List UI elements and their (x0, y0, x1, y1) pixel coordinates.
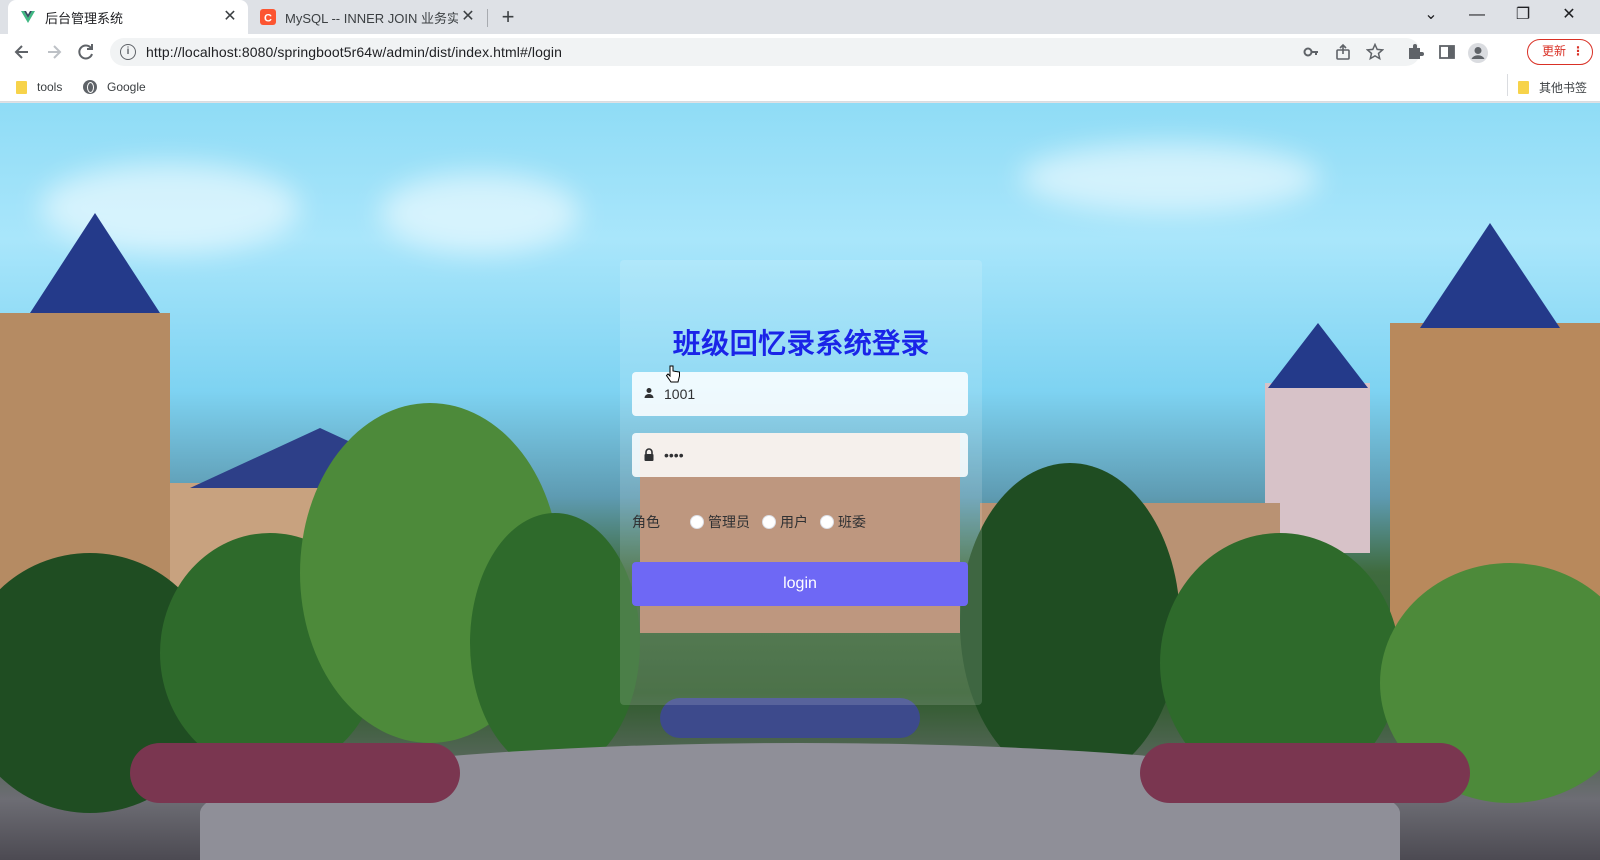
back-arrow-icon (14, 45, 28, 59)
role-option-committee[interactable]: 班委 (820, 512, 866, 532)
username-field[interactable] (632, 372, 968, 416)
site-info-icon[interactable]: i (120, 44, 136, 60)
left-tower-roof (30, 213, 160, 313)
address-bar[interactable]: i http://localhost:8080/springboot5r64w/… (110, 38, 1420, 66)
role-label: 角色 (632, 514, 660, 530)
login-card: 班级回忆录系统登录 角色 管理员 用户 班委 login (620, 260, 982, 705)
svg-text:C: C (264, 13, 272, 25)
new-tab-button[interactable]: + (496, 6, 520, 30)
share-icon[interactable] (1334, 43, 1352, 61)
password-input[interactable] (664, 447, 954, 463)
extensions-puzzle-icon[interactable] (1404, 42, 1426, 64)
cloud (380, 173, 580, 253)
reload-button[interactable] (72, 38, 100, 66)
role-option-admin[interactable]: 管理员 (690, 512, 750, 532)
role-option-label: 管理员 (708, 514, 750, 530)
flowerbed (130, 743, 460, 803)
close-icon[interactable]: ✕ (458, 7, 478, 27)
role-option-user[interactable]: 用户 (762, 512, 808, 532)
minimize-button[interactable]: — (1454, 0, 1500, 32)
bookmark-tools[interactable]: tools (16, 77, 62, 97)
window-close-button[interactable]: ✕ (1546, 0, 1592, 32)
tab-admin[interactable]: 后台管理系统 ✕ (8, 0, 248, 34)
user-icon (642, 387, 656, 401)
right-tower-roof (1420, 223, 1560, 328)
side-panel-icon[interactable] (1436, 42, 1458, 64)
radio-circle[interactable] (690, 515, 704, 529)
bookmark-label: tools (37, 80, 63, 94)
role-option-label: 班委 (838, 514, 866, 530)
update-button[interactable]: 更新 ⋮ (1527, 39, 1593, 65)
login-button[interactable]: login (632, 562, 968, 606)
tab-mysql[interactable]: C MySQL -- INNER JOIN 业务实 ✕ (250, 0, 486, 34)
clock-tower (1265, 383, 1370, 553)
browser-toolbar: i http://localhost:8080/springboot5r64w/… (0, 34, 1600, 70)
tab-separator (487, 9, 488, 27)
radio-circle[interactable] (820, 515, 834, 529)
role-selector: 角色 管理员 用户 班委 (632, 510, 878, 534)
csdn-icon: C (260, 9, 276, 25)
role-option-label: 用户 (780, 514, 808, 530)
flowerbed (1140, 743, 1470, 803)
bookmarks-separator (1507, 74, 1508, 96)
username-input[interactable] (664, 386, 954, 402)
url-text: http://localhost:8080/springboot5r64w/ad… (146, 44, 562, 60)
forward-button[interactable] (40, 38, 68, 66)
update-label: 更新 (1542, 44, 1567, 58)
bookmark-label: Google (107, 80, 146, 94)
radio-circle[interactable] (762, 515, 776, 529)
tree (470, 513, 640, 773)
login-title: 班级回忆录系统登录 (672, 328, 930, 359)
profile-avatar-icon[interactable] (1467, 42, 1489, 64)
back-button[interactable] (8, 38, 36, 66)
vue-icon (20, 9, 36, 25)
password-key-icon[interactable] (1302, 43, 1320, 61)
other-bookmarks-label: 其他书签 (1539, 80, 1588, 95)
hand-cursor-icon (665, 365, 681, 390)
tab-search-button[interactable]: ⌄ (1408, 0, 1454, 32)
folder-icon (1518, 80, 1529, 94)
bookmark-star-icon[interactable] (1365, 42, 1385, 61)
clock-tower-roof (1268, 323, 1368, 388)
bookmarks-bar: tools Google 其他书签 (0, 70, 1600, 102)
cloud (1020, 143, 1320, 213)
tree (960, 463, 1180, 783)
lock-icon (642, 448, 656, 462)
tab-title: MySQL -- INNER JOIN 业务实 (285, 10, 458, 26)
reload-icon (78, 44, 93, 60)
other-bookmarks[interactable]: 其他书签 (1518, 77, 1587, 97)
folder-icon (16, 80, 27, 94)
forward-arrow-icon (48, 45, 62, 59)
bookmark-google[interactable]: Google (83, 77, 146, 97)
password-field[interactable] (632, 433, 968, 477)
globe-icon (83, 80, 97, 94)
tab-title: 后台管理系统 (45, 10, 124, 26)
tab-strip: 后台管理系统 ✕ C MySQL -- INNER JOIN 业务实 ✕ + ⌄… (0, 0, 1600, 34)
more-menu-icon[interactable]: ⋮ (1572, 40, 1584, 63)
close-icon[interactable]: ✕ (220, 7, 240, 27)
restore-button[interactable]: ❐ (1500, 0, 1546, 32)
